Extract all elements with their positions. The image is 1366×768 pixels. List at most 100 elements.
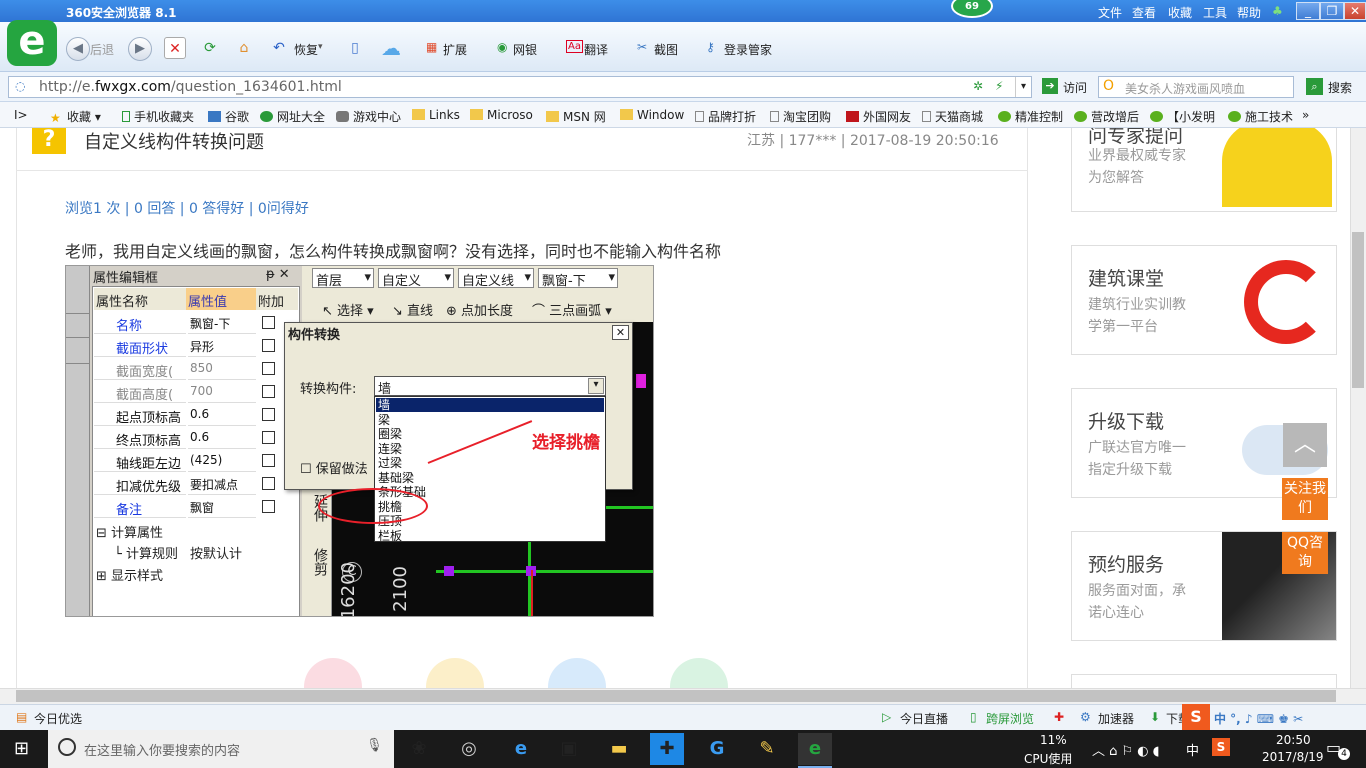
glodon-icon[interactable]: G xyxy=(700,733,734,765)
notes-icon[interactable]: ✎ xyxy=(750,733,784,765)
ime-mode[interactable]: 中 °, ♪ ⌨ ♚ ✂ xyxy=(1214,710,1303,727)
question-stats[interactable]: 浏览1 次 | 0 回答 | 0 答得好 | 0问得好 xyxy=(65,198,309,218)
convert-option[interactable]: 过梁 xyxy=(376,456,604,470)
bookmark-brand[interactable]: 品牌打折 xyxy=(695,108,756,125)
bookmark-foreign[interactable]: 外国网友 xyxy=(846,108,911,125)
search-button[interactable]: 搜索 xyxy=(1328,79,1352,96)
subtype-combo[interactable]: 自定义线 ▾ xyxy=(458,268,534,289)
type-combo[interactable]: 自定义 ▾ xyxy=(378,268,454,289)
convert-option[interactable]: 基础梁 xyxy=(376,471,604,485)
property-checkbox[interactable] xyxy=(262,362,275,375)
bookmark-google[interactable]: 谷歌 xyxy=(208,108,249,125)
windows-start-icon[interactable]: ⊞ xyxy=(14,738,29,759)
menu-favorites[interactable]: 收藏 xyxy=(1168,4,1192,21)
tray-icons[interactable]: ︿ ⌂ ⚐ ◐ ◖ xyxy=(1092,740,1160,759)
convert-option[interactable]: 栏板 xyxy=(376,529,604,543)
menu-help[interactable]: 帮助 xyxy=(1237,4,1261,21)
restore-label[interactable]: 恢复 xyxy=(294,41,318,58)
cloud-icon[interactable]: ☁ xyxy=(380,37,402,59)
translate-button[interactable]: 翻译 xyxy=(584,41,608,58)
trim-tool[interactable]: 修剪 xyxy=(310,548,330,576)
vertical-scroll-thumb[interactable] xyxy=(1352,232,1364,388)
bookmark-windows[interactable]: Window xyxy=(620,108,684,122)
bookmark-tmall[interactable]: 天猫商城 xyxy=(922,108,983,125)
follow-us-button[interactable]: 关注我们 xyxy=(1282,478,1328,520)
bookmark-more-icon[interactable]: » xyxy=(1302,108,1309,122)
bookmark-mobile[interactable]: 手机收藏夹 xyxy=(122,108,194,125)
search-engine-icon[interactable]: O xyxy=(1103,78,1114,94)
horizontal-scroll-thumb[interactable] xyxy=(16,690,1336,702)
property-value[interactable]: 0.6 xyxy=(188,427,256,449)
app-plus-icon[interactable]: ✚ xyxy=(650,733,684,765)
property-checkbox[interactable] xyxy=(262,385,275,398)
property-checkbox[interactable] xyxy=(262,431,275,444)
stop-icon[interactable]: ✕ xyxy=(164,37,186,59)
bookmark-msn[interactable]: MSN 网 xyxy=(546,108,606,125)
url-dropdown-icon[interactable]: ▾ xyxy=(1015,77,1031,97)
screenshot-button[interactable]: 截图 xyxy=(654,41,678,58)
property-value[interactable]: 飘窗 xyxy=(188,496,256,518)
sidebar-card-course[interactable]: 建筑课堂 建筑行业实训教 学第一平台 xyxy=(1071,245,1337,355)
today-live[interactable]: 今日直播 xyxy=(900,710,948,727)
property-checkbox[interactable] xyxy=(262,339,275,352)
property-checkbox[interactable] xyxy=(262,454,275,467)
bookmark-precise[interactable]: 精准控制 xyxy=(998,108,1063,125)
sidebar-toggle-icon[interactable]: I> xyxy=(14,108,28,122)
explorer-icon[interactable]: ▬ xyxy=(602,733,636,765)
speed-icon[interactable]: ⚡ xyxy=(995,79,1003,93)
convert-option[interactable]: 墙 xyxy=(376,398,604,412)
line-tool[interactable]: ↘ 直线 xyxy=(392,300,433,319)
vertical-scrollbar[interactable] xyxy=(1350,128,1366,688)
extend-button[interactable]: 扩展 xyxy=(443,41,467,58)
point-length-tool[interactable]: ⊕ 点加长度 xyxy=(446,300,513,319)
bookmark-construction[interactable]: 施工技术 xyxy=(1228,108,1293,125)
property-value[interactable]: (425) xyxy=(188,450,256,472)
accelerator[interactable]: 加速器 xyxy=(1098,710,1134,727)
bookmark-microsoft[interactable]: Microso xyxy=(470,108,533,122)
back-to-top-icon[interactable]: ︿ xyxy=(1283,423,1327,467)
property-value[interactable]: 0.6 xyxy=(188,404,256,426)
bookmark-tax[interactable]: 营改增后 xyxy=(1074,108,1139,125)
back-arrow-icon[interactable]: ◀ xyxy=(66,37,90,61)
login-manager-button[interactable]: 登录管家 xyxy=(724,41,772,58)
keep-checkbox[interactable]: ☐ 保留做法 xyxy=(300,458,368,477)
property-value[interactable]: 700 xyxy=(188,381,256,403)
property-checkbox[interactable] xyxy=(262,500,275,513)
sidebar-card-expert[interactable]: 问专家提问 业界最权威专家 为您解答 xyxy=(1071,128,1337,212)
mic-icon[interactable]: 🎙 xyxy=(366,738,383,753)
menu-tools[interactable]: 工具 xyxy=(1203,4,1227,21)
chrome-like-icon[interactable]: ◎ xyxy=(452,733,486,765)
floor-combo[interactable]: 首层 ▾ xyxy=(312,268,374,289)
arc-tool[interactable]: ⌒ 三点画弧 ▾ xyxy=(532,300,612,319)
back-label[interactable]: 后退 xyxy=(90,41,114,58)
visit-button[interactable]: 访问 xyxy=(1063,79,1087,96)
refresh-icon[interactable]: ⟳ xyxy=(199,37,221,59)
taskbar-search[interactable]: 在这里输入你要搜索的内容 🎙 xyxy=(48,730,394,768)
edge-icon[interactable]: e xyxy=(504,733,538,765)
phone-icon[interactable]: ▯ xyxy=(344,37,366,59)
property-value[interactable]: 飘窗-下 xyxy=(188,312,256,334)
task-view-icon[interactable]: ❀ xyxy=(402,733,436,765)
bookmark-taobao[interactable]: 淘宝团购 xyxy=(770,108,831,125)
property-checkbox[interactable] xyxy=(262,316,275,329)
convert-option[interactable]: 梁 xyxy=(376,413,604,427)
search-input[interactable]: O 美女杀人游戏画风喷血 xyxy=(1098,76,1294,98)
property-value[interactable]: 850 xyxy=(188,358,256,380)
restore-icon[interactable]: ↶ xyxy=(268,37,290,59)
today-picks[interactable]: 今日优选 xyxy=(34,710,82,727)
menu-view[interactable]: 查看 xyxy=(1132,4,1156,21)
convert-select[interactable]: 墙 ▾ xyxy=(374,376,606,397)
maximize-button[interactable]: ❐ xyxy=(1320,2,1344,20)
minimize-button[interactable]: _ xyxy=(1296,2,1320,20)
select-tool[interactable]: ↖ 选择 ▾ xyxy=(322,300,374,319)
browser-logo-icon[interactable]: e xyxy=(7,20,57,66)
bookmark-invention[interactable]: 【小发明 xyxy=(1150,108,1215,125)
bank-button[interactable]: 网银 xyxy=(513,41,537,58)
property-checkbox[interactable] xyxy=(262,408,275,421)
bookmark-hao[interactable]: 网址大全 xyxy=(260,108,325,125)
address-input[interactable]: ◌ http://e.fwxgx.com/question_1634601.ht… xyxy=(8,76,1032,98)
bookmark-links[interactable]: Links xyxy=(412,108,460,122)
question-screenshot[interactable]: ✕ 属性编辑框ᵽ ✕ 属性名称 属性值 附加 名称飘窗-下截面形状异形截面宽度(… xyxy=(65,265,654,617)
bookmark-favorites[interactable]: ★ 收藏 ▾ xyxy=(50,108,101,125)
skin-icon[interactable]: ♣ xyxy=(1272,4,1283,18)
